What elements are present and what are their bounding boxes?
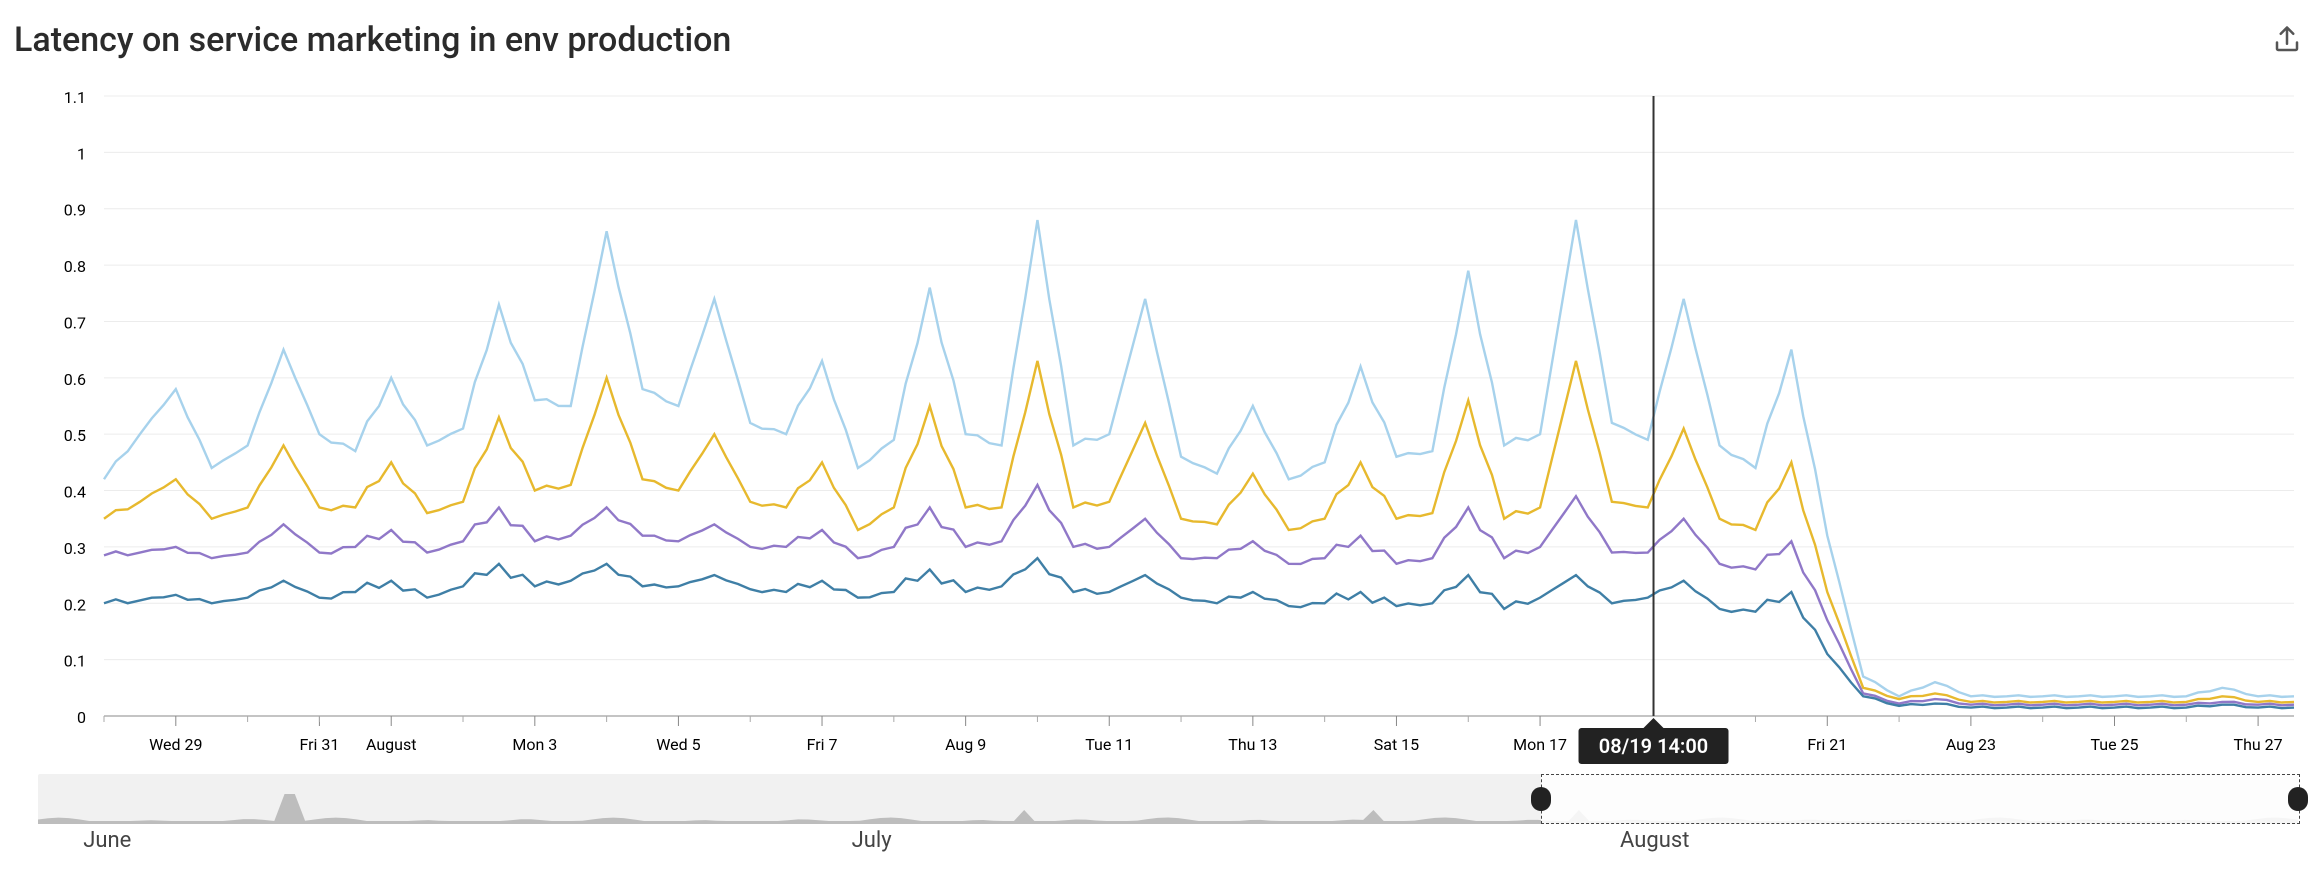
x-tick-label: Fri 7: [807, 735, 838, 754]
range-month-labels: June July August: [38, 824, 2298, 858]
x-tick-label: Wed 29: [149, 735, 202, 754]
y-tick-label: 0.4: [64, 483, 86, 502]
series-p99: [104, 220, 2294, 697]
range-handle-right[interactable]: [2288, 787, 2308, 811]
y-tick-label: 1: [77, 144, 86, 163]
series-p75: [104, 558, 2294, 708]
range-month-label: June: [83, 828, 131, 853]
y-tick-label: 0.8: [64, 257, 86, 276]
x-tick-label: Tue 25: [2090, 735, 2138, 754]
y-tick-label: 0.9: [64, 201, 86, 220]
page-title: Latency on service marketing in env prod…: [14, 20, 731, 60]
x-tick-label: Mon 17: [1513, 735, 1567, 754]
x-tick-label: Thu 13: [1228, 735, 1277, 754]
y-tick-label: 0.6: [64, 370, 86, 389]
y-tick-label: 0.7: [64, 313, 86, 332]
x-tick-label: Aug 23: [1946, 735, 1996, 754]
y-tick-label: 0.5: [64, 426, 86, 445]
cursor-label: 08/19 14:00: [1599, 734, 1708, 758]
y-tick-label: 0.2: [64, 595, 86, 614]
main-chart[interactable]: 0 0.1 0.2 0.3 0.4 0.5 0.6 0.7 0.8 0.9 1 1.1 Wed 29 Fr…: [14, 74, 2304, 774]
y-tick-label: 0.1: [64, 652, 86, 671]
x-tick-label: Fri 21: [1807, 735, 1847, 754]
x-tick-label: Aug 9: [945, 735, 986, 754]
y-tick-label: 0.3: [64, 539, 86, 558]
range-selection[interactable]: [1541, 774, 2300, 824]
x-tick-label: Fri 31: [299, 735, 339, 754]
y-tick-label: 1.1: [64, 88, 86, 107]
range-handle-left[interactable]: [1531, 787, 1551, 811]
y-tick-label: 0: [77, 708, 86, 727]
export-icon: [2272, 25, 2302, 55]
range-month-label: July: [852, 828, 892, 853]
range-slider[interactable]: [38, 774, 2298, 824]
series-p95: [104, 361, 2294, 703]
range-month-label: August: [1620, 828, 1689, 853]
x-tick-label: Sat 15: [1374, 735, 1419, 754]
x-tick-label: Thu 27: [2234, 735, 2283, 754]
x-tick-label: Tue 11: [1085, 735, 1133, 754]
x-tick-label: Wed 5: [656, 735, 700, 754]
x-tick-label: August: [366, 735, 416, 754]
export-button[interactable]: [2268, 21, 2306, 59]
x-tick-label: Mon 3: [512, 735, 557, 754]
